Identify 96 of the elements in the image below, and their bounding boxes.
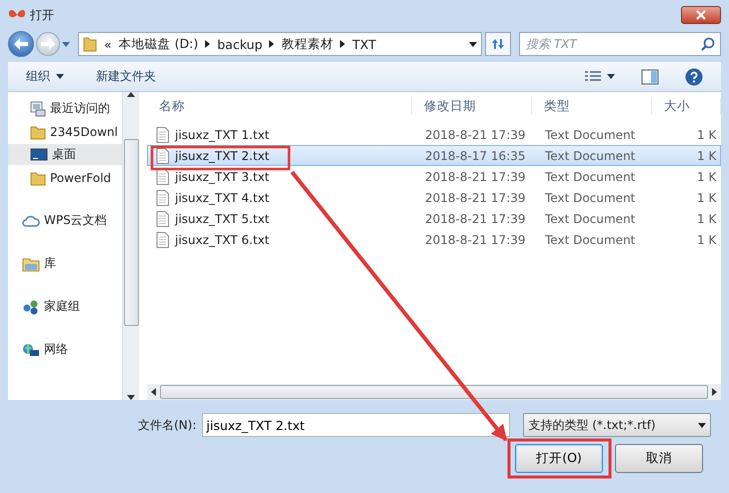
modified-date: 2018-8-21 17:39 <box>424 190 526 204</box>
file-type: Text Document <box>544 170 636 184</box>
file-size: 1 K <box>696 148 718 162</box>
filename-field[interactable]: jisuxz_TXT 2.txt <box>202 413 510 437</box>
open-button[interactable]: 打开(O) <box>515 444 603 473</box>
folder-icon <box>30 124 46 140</box>
file-size: 1 K <box>696 232 718 246</box>
organize-menu[interactable]: 组织 <box>22 66 68 87</box>
file-type: Text Document <box>544 128 636 142</box>
file-type: Text Document <box>544 212 636 226</box>
modified-date: 2018-8-21 17:39 <box>424 232 526 246</box>
sidebar-item[interactable]: WPS云文档 <box>8 210 122 231</box>
new-folder-button[interactable]: 新建文件夹 <box>92 66 160 87</box>
file-type: Text Document <box>544 190 636 204</box>
file-name: jisuxz_TXT 5.txt <box>175 212 270 226</box>
file-name: jisuxz_TXT 3.txt <box>175 170 270 184</box>
dropdown-caret-icon <box>698 422 706 428</box>
breadcrumb-item[interactable]: 本地磁盘 (D:) <box>118 36 198 52</box>
folder-icon <box>30 170 46 186</box>
file-name: jisuxz_TXT 4.txt <box>175 190 270 204</box>
filename-label: 文件名(N): <box>138 416 196 434</box>
chevron-icon <box>269 40 274 48</box>
refresh-button[interactable] <box>485 32 511 56</box>
breadcrumb-item[interactable]: backup <box>217 36 262 52</box>
file-row[interactable]: jisuxz_TXT 5.txt 2018-8-21 17:39 Text Document 1 K <box>147 208 721 229</box>
help-icon <box>685 68 703 86</box>
chevron-icon <box>340 40 346 48</box>
column-header[interactable]: 名称 <box>147 98 412 114</box>
sidebar-item[interactable]: 2345Downl <box>8 121 122 142</box>
breadcrumb-overflow[interactable]: « <box>104 36 112 52</box>
list-view-icon <box>585 70 601 82</box>
file-name: jisuxz_TXT 6.txt <box>175 232 270 246</box>
sidebar-item[interactable]: 桌面 <box>8 144 122 165</box>
close-icon <box>695 10 707 20</box>
file-name: jisuxz_TXT 1.txt <box>175 128 270 142</box>
homegroup-icon <box>22 298 40 314</box>
sidebar-item[interactable]: 最近访问的 <box>8 98 122 119</box>
text-file-icon <box>156 190 169 206</box>
refresh-arrows-icon <box>490 37 506 51</box>
modified-date: 2018-8-21 17:39 <box>424 212 526 226</box>
file-type: Text Document <box>544 148 636 162</box>
left-arrow-icon <box>14 38 28 50</box>
file-size: 1 K <box>696 212 718 226</box>
file-size: 1 K <box>696 190 718 204</box>
right-arrow-icon <box>41 38 55 50</box>
text-file-icon <box>156 126 169 142</box>
column-header[interactable]: 修改日期 <box>412 98 532 114</box>
column-header[interactable]: 大小 <box>652 98 721 114</box>
modified-date: 2018-8-21 17:39 <box>424 170 526 184</box>
close-button[interactable] <box>681 6 721 24</box>
sidebar-item[interactable]: 网络 <box>8 339 122 360</box>
file-row[interactable]: jisuxz_TXT 3.txt 2018-8-21 17:39 Text Document 1 K <box>147 166 721 187</box>
folder-icon <box>83 36 97 52</box>
file-row[interactable]: jisuxz_TXT 4.txt 2018-8-21 17:39 Text Document 1 K <box>147 187 721 208</box>
file-row[interactable]: jisuxz_TXT 2.txt 2018-8-17 16:35 Text Document 1 K <box>147 145 721 166</box>
window-title: 打开 <box>30 6 54 24</box>
cloud-icon <box>22 214 40 228</box>
caret-icon <box>607 74 615 79</box>
column-header[interactable]: 类型 <box>532 98 652 114</box>
text-file-icon <box>156 232 169 248</box>
file-row[interactable]: jisuxz_TXT 1.txt 2018-8-21 17:39 Text Document 1 K <box>147 124 721 145</box>
horizontal-scrollbar[interactable] <box>147 384 721 400</box>
modified-date: 2018-8-21 17:39 <box>424 128 526 142</box>
back-button[interactable] <box>8 31 34 57</box>
search-icon <box>701 37 715 51</box>
dropdown-caret-icon <box>62 42 70 46</box>
sidebar-item[interactable]: 家庭组 <box>8 296 122 317</box>
scroll-left-icon <box>151 388 156 396</box>
file-size: 1 K <box>696 128 718 142</box>
file-type: Text Document <box>544 232 636 246</box>
pane-icon <box>641 68 659 84</box>
forward-button[interactable] <box>36 32 60 56</box>
chevron-icon <box>205 40 210 48</box>
cancel-button[interactable]: 取消 <box>615 444 703 473</box>
sidebar-scrollbar[interactable] <box>122 92 139 400</box>
network-icon <box>22 342 40 358</box>
sidebar-item[interactable]: PowerFold <box>8 167 122 188</box>
search-field[interactable]: 搜索 TXT <box>519 32 721 56</box>
recent-places-icon <box>30 100 46 116</box>
modified-date: 2018-8-17 16:35 <box>424 148 526 162</box>
caret-icon <box>56 74 64 79</box>
sidebar-item[interactable]: 库 <box>8 253 122 274</box>
text-file-icon <box>156 210 169 226</box>
file-type-dropdown[interactable]: 支持的类型 (*.txt;*.rtf) <box>523 413 712 437</box>
dropdown-caret-icon <box>469 42 477 46</box>
desktop-icon <box>30 146 48 162</box>
file-size: 1 K <box>696 170 718 184</box>
file-row[interactable]: jisuxz_TXT 6.txt 2018-8-21 17:39 Text Document 1 K <box>147 229 721 250</box>
library-icon <box>22 256 40 272</box>
scroll-down-icon <box>127 395 135 400</box>
text-file-icon <box>156 148 169 164</box>
address-bar[interactable]: « 本地磁盘 (D:) backup 教程素材 TXT <box>78 32 482 56</box>
scroll-right-icon <box>712 388 717 396</box>
breadcrumb-item[interactable]: 教程素材 <box>281 36 334 52</box>
file-name: jisuxz_TXT 2.txt <box>175 148 270 162</box>
breadcrumb-item[interactable]: TXT <box>352 36 376 52</box>
